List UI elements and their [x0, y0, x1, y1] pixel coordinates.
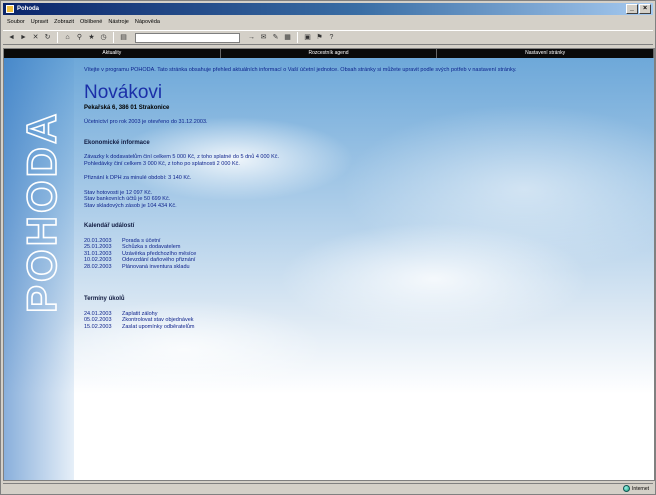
company-address: Pekařská 6, 386 01 Strakonice: [84, 104, 170, 111]
minimize-button[interactable]: _: [626, 4, 638, 14]
nav-bar: Aktuality Rozcestník agend Nastavení str…: [4, 49, 654, 58]
period-note: Účetnictví pro rok 2003 je otevřeno do 3…: [84, 119, 208, 125]
close-button[interactable]: ×: [639, 4, 651, 14]
history-icon[interactable]: ◷: [99, 33, 108, 42]
menu-bar: Soubor Upravit Zobrazit Oblíbené Nástroj…: [3, 17, 653, 28]
tasks-list: 24.01.2003 Zaplatit zálohy 05.02.2003 Zkon…: [84, 311, 644, 331]
calendar-icon[interactable]: ▣: [303, 33, 312, 42]
go-icon[interactable]: →: [247, 33, 256, 42]
toolbar-separator: [113, 32, 114, 43]
menu-tools[interactable]: Nástroje: [108, 17, 128, 28]
economic-info: Závazky k dodavatelům činí celkem 5 000 …: [84, 154, 644, 167]
balance-line: Stav skladových zásob je 104 434 Kč.: [84, 202, 177, 209]
forward-icon[interactable]: ►: [19, 33, 28, 42]
nav-tab-news[interactable]: Aktuality: [4, 49, 221, 58]
zone-label: Internet: [632, 485, 649, 492]
status-bar: Internet: [3, 483, 653, 494]
event-text: Plánovaná inventura skladu: [122, 263, 190, 270]
stop-icon[interactable]: ✕: [31, 33, 40, 42]
favorites-icon[interactable]: ★: [87, 33, 96, 42]
vat-line: Přiznání k DPH za minulé období: 3 140 K…: [84, 175, 192, 181]
event-date: 28.02.2003: [84, 263, 112, 270]
list-item[interactable]: 28.02.2003 Plánovaná inventura skladu: [84, 264, 644, 271]
app-window: Pohoda _ × Soubor Upravit Zobrazit Oblíb…: [0, 0, 656, 495]
task-date: 15.02.2003: [84, 323, 112, 330]
home-icon[interactable]: ⌂: [63, 33, 72, 42]
help-icon[interactable]: ?: [327, 33, 336, 42]
window-title: Pohoda: [17, 6, 39, 12]
economic-line: Pohledávky činí celkem 3 000 Kč, z toho …: [84, 160, 240, 167]
menu-edit[interactable]: Upravit: [31, 17, 48, 28]
list-item[interactable]: 15.02.2003 Zaslat upomínky odběratelům: [84, 324, 644, 331]
security-zone: Internet: [623, 485, 649, 492]
toolbar: ◄ ► ✕ ↻ ⌂ ⚲ ★ ◷ ▤ → ✉ ✎ ▦ ▣ ⚑ ?: [3, 30, 653, 45]
intro-text: Vítejte v programu POHODA. Tato stránka …: [84, 67, 517, 73]
nav-tab-settings[interactable]: Nastavení stránky: [437, 49, 654, 58]
page-content: Aktuality Rozcestník agend Nastavení str…: [3, 48, 655, 481]
economic-heading: Ekonomické informace: [84, 139, 150, 146]
grid-icon[interactable]: ▦: [283, 33, 292, 42]
back-icon[interactable]: ◄: [7, 33, 16, 42]
app-icon: [6, 5, 14, 13]
address-field[interactable]: [135, 32, 240, 43]
nav-tab-agendas[interactable]: Rozcestník agend: [221, 49, 438, 58]
main-panel: Vítejte v programu POHODA. Tato stránka …: [84, 67, 644, 330]
flag-icon[interactable]: ⚑: [315, 33, 324, 42]
toolbar-separator: [57, 32, 58, 43]
menu-help[interactable]: Nápověda: [135, 17, 160, 28]
menu-view[interactable]: Zobrazit: [54, 17, 74, 28]
calendar-heading: Kalendář událostí: [84, 223, 135, 229]
search-icon[interactable]: ⚲: [75, 33, 84, 42]
balance-info: Stav hotovosti je 12 097 Kč. Stav bankov…: [84, 190, 644, 210]
svg-text:POHODA: POHODA: [18, 111, 65, 313]
pohoda-logo: POHODA: [10, 73, 70, 453]
title-bar: Pohoda _ ×: [3, 3, 653, 15]
menu-favorites[interactable]: Oblíbené: [80, 17, 102, 28]
print-icon[interactable]: ▤: [119, 33, 128, 42]
page-title: Novákovi: [84, 81, 163, 103]
refresh-icon[interactable]: ↻: [43, 33, 52, 42]
task-text: Zaslat upomínky odběratelům: [122, 323, 195, 330]
mail-icon[interactable]: ✉: [259, 33, 268, 42]
toolbar-separator: [297, 32, 298, 43]
menu-file[interactable]: Soubor: [7, 17, 25, 28]
edit-icon[interactable]: ✎: [271, 33, 280, 42]
globe-icon: [623, 485, 631, 492]
calendar-list: 20.01.2003 Porada s účetní 25.01.2003 Schů…: [84, 238, 644, 271]
tasks-heading: Termíny úkolů: [84, 296, 125, 302]
